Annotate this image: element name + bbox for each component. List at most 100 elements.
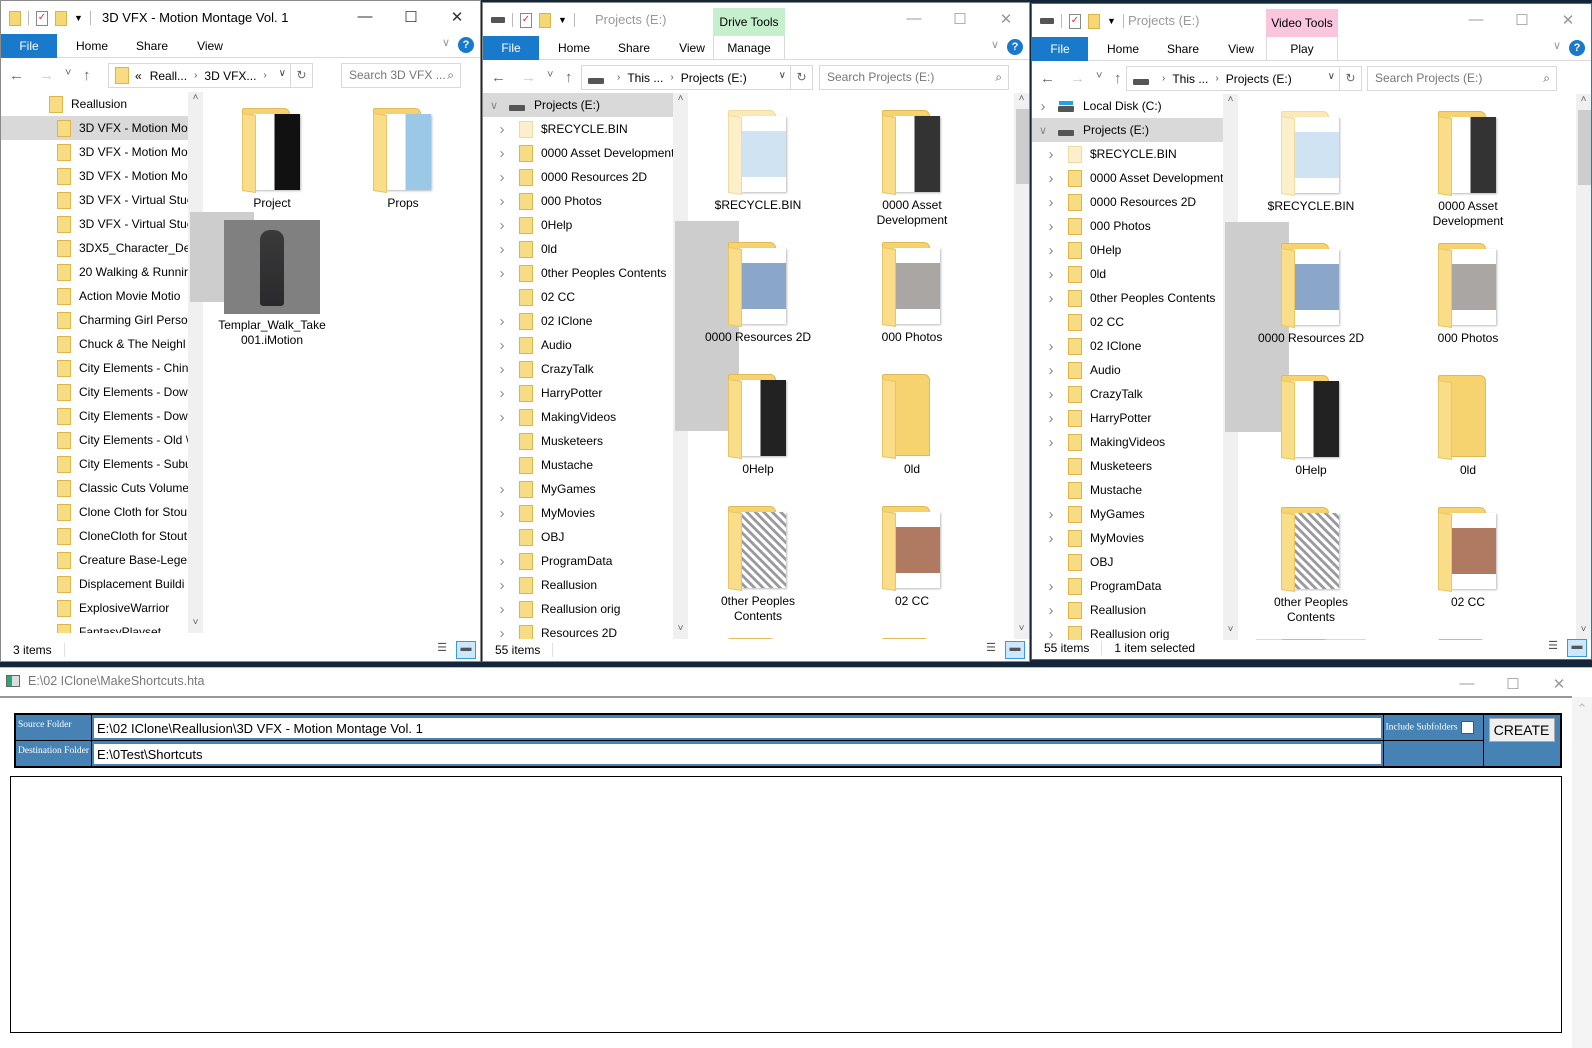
nav-item[interactable]: Chuck & The Neighl <box>1 332 188 356</box>
nav-item[interactable]: › 0000 Asset Development <box>1032 166 1223 190</box>
tab-share[interactable]: Share <box>1158 37 1208 61</box>
chevron-right-icon[interactable]: › <box>497 601 507 618</box>
nav-item[interactable]: › 0Help <box>483 213 673 237</box>
chevron-right-icon[interactable]: › <box>1046 266 1056 283</box>
large-icons-view-icon[interactable]: ▬ <box>456 641 476 659</box>
chevron-right-icon[interactable]: › <box>1038 98 1048 115</box>
file-item[interactable]: Project <box>217 108 327 211</box>
back-button[interactable]: ← <box>1040 70 1055 87</box>
nav-item[interactable]: 02 CC <box>483 285 673 309</box>
recent-locations-button[interactable]: ˅ <box>1096 70 1102 82</box>
nav-item[interactable]: FantasyPlayset <box>1 620 188 633</box>
chevron-right-icon[interactable]: › <box>497 625 507 640</box>
chevron-right-icon[interactable]: › <box>497 505 507 522</box>
recent-locations-button[interactable]: ˅ <box>547 69 553 81</box>
file-item[interactable]: 0Help <box>1256 375 1366 478</box>
forward-button[interactable]: → <box>521 69 536 86</box>
up-button[interactable]: ↑ <box>83 67 91 84</box>
address-bar[interactable]: › This ... › Projects (E:) ∨ ↻ <box>581 65 813 90</box>
expand-ribbon-icon[interactable]: ∨ <box>442 36 450 49</box>
nav-scrollbar[interactable]: ˄ ˅ <box>1223 94 1289 640</box>
nav-item[interactable]: 3D VFX - Motion Mo <box>1 164 188 188</box>
file-item[interactable]: 0000 Asset Development <box>1413 111 1523 229</box>
new-folder-icon[interactable] <box>539 12 551 28</box>
nav-item[interactable]: › CrazyTalk <box>1032 382 1223 406</box>
tab-view[interactable]: View <box>1216 37 1266 61</box>
nav-item[interactable]: City Elements - Dow <box>1 380 188 404</box>
minimize-button[interactable]: — <box>1444 668 1490 699</box>
back-button[interactable]: ← <box>9 67 24 84</box>
address-dropdown-icon[interactable]: ∨ <box>779 70 786 81</box>
scroll-up-icon[interactable]: ˄ <box>1576 94 1591 110</box>
address-bar[interactable]: « Reall... › 3D VFX... › ∨ ↻ <box>108 63 313 88</box>
file-item[interactable]: Templar_Walk_Take 001.iMotion <box>217 220 327 348</box>
nav-item[interactable]: › HarryPotter <box>1032 406 1223 430</box>
up-button[interactable]: ↑ <box>1114 70 1122 87</box>
chevron-right-icon[interactable]: › <box>497 121 507 138</box>
file-item[interactable]: 0000 Resources 2D <box>703 242 813 345</box>
help-icon[interactable]: ? <box>458 37 474 53</box>
search-input[interactable]: Search Projects (E:) ⌕ <box>1367 66 1557 91</box>
address-overflow[interactable]: « <box>135 69 142 83</box>
refresh-icon[interactable]: ↻ <box>1339 67 1361 90</box>
chevron-right-icon[interactable]: › <box>497 145 507 162</box>
chevron-right-icon[interactable]: › <box>497 337 507 354</box>
breadcrumb-0[interactable]: This ... <box>627 71 663 85</box>
nav-item[interactable]: › CrazyTalk <box>483 357 673 381</box>
chevron-right-icon[interactable]: › <box>497 409 507 426</box>
content-scrollbar[interactable]: ˄ ˅ <box>1014 93 1029 639</box>
nav-item[interactable]: CloneCloth for Stout <box>1 524 188 548</box>
nav-item[interactable]: › MakingVideos <box>483 405 673 429</box>
scroll-thumb[interactable] <box>1578 110 1591 185</box>
nav-item[interactable]: Mustache <box>483 453 673 477</box>
tab-view[interactable]: View <box>667 36 717 60</box>
nav-item[interactable]: › MyGames <box>483 477 673 501</box>
nav-item[interactable]: › ProgramData <box>483 549 673 573</box>
customize-dropdown-icon[interactable]: ▼ <box>558 15 567 25</box>
file-item[interactable]: 0ther Peoples Contents <box>703 506 813 624</box>
details-view-icon[interactable]: ☰ <box>432 641 452 659</box>
nav-item[interactable]: Musketeers <box>1032 454 1223 478</box>
nav-item[interactable]: ExplosiveWarrior <box>1 596 188 620</box>
chevron-right-icon[interactable]: › <box>497 577 507 594</box>
scroll-up-icon[interactable]: ⌃ <box>1577 701 1588 716</box>
nav-item[interactable]: › MyMovies <box>483 501 673 525</box>
nav-item[interactable]: › $RECYCLE.BIN <box>483 117 673 141</box>
nav-item[interactable]: › 0ld <box>483 237 673 261</box>
nav-item[interactable]: › 0000 Asset Development <box>483 141 673 165</box>
minimize-button[interactable]: — <box>342 1 388 32</box>
nav-item[interactable]: › 000 Photos <box>1032 214 1223 238</box>
file-item[interactable]: 0Help <box>703 374 813 477</box>
nav-item[interactable]: Reallusion <box>1 92 188 116</box>
scroll-up-icon[interactable]: ˄ <box>1223 94 1238 110</box>
tab-file[interactable]: File <box>483 36 539 60</box>
scroll-up-icon[interactable]: ˄ <box>188 92 203 108</box>
breadcrumb-1[interactable]: Projects (E:) <box>681 71 747 85</box>
nav-item[interactable]: › Reallusion <box>1032 598 1223 622</box>
tab-play[interactable]: Play <box>1266 37 1338 61</box>
close-button[interactable]: ✕ <box>434 1 480 32</box>
chevron-right-icon[interactable]: › <box>497 241 507 258</box>
minimize-button[interactable]: — <box>1453 4 1499 35</box>
nav-item[interactable]: 3D VFX - Virtual Stuc <box>1 212 188 236</box>
maximize-button[interactable]: ☐ <box>1499 4 1545 35</box>
help-icon[interactable]: ? <box>1569 40 1585 56</box>
chevron-right-icon[interactable]: › <box>1046 338 1056 355</box>
scroll-down-icon[interactable]: ˅ <box>673 623 688 639</box>
tab-file[interactable]: File <box>1032 37 1088 61</box>
nav-item[interactable]: City Elements - Dow <box>1 404 188 428</box>
large-icons-view-icon[interactable]: ▬ <box>1567 639 1587 657</box>
nav-item[interactable]: › 0Help <box>1032 238 1223 262</box>
nav-item[interactable]: › Audio <box>483 333 673 357</box>
chevron-right-icon[interactable]: › <box>497 385 507 402</box>
breadcrumb-1[interactable]: Projects (E:) <box>1226 72 1292 86</box>
properties-icon[interactable]: ✓ <box>36 10 48 26</box>
content-scrollbar[interactable]: ˄ ˅ <box>1576 94 1591 640</box>
nav-item[interactable]: › ProgramData <box>1032 574 1223 598</box>
chevron-right-icon[interactable]: › <box>1046 386 1056 403</box>
chevron-down-icon[interactable]: ∨ <box>1038 124 1048 137</box>
hta-vertical-scrollbar[interactable]: ⌃ <box>1572 697 1592 1048</box>
nav-item[interactable]: Action Movie Motio <box>1 284 188 308</box>
nav-item[interactable]: › 0ther Peoples Contents <box>1032 286 1223 310</box>
file-item[interactable]: 000 Photos <box>1413 243 1523 346</box>
